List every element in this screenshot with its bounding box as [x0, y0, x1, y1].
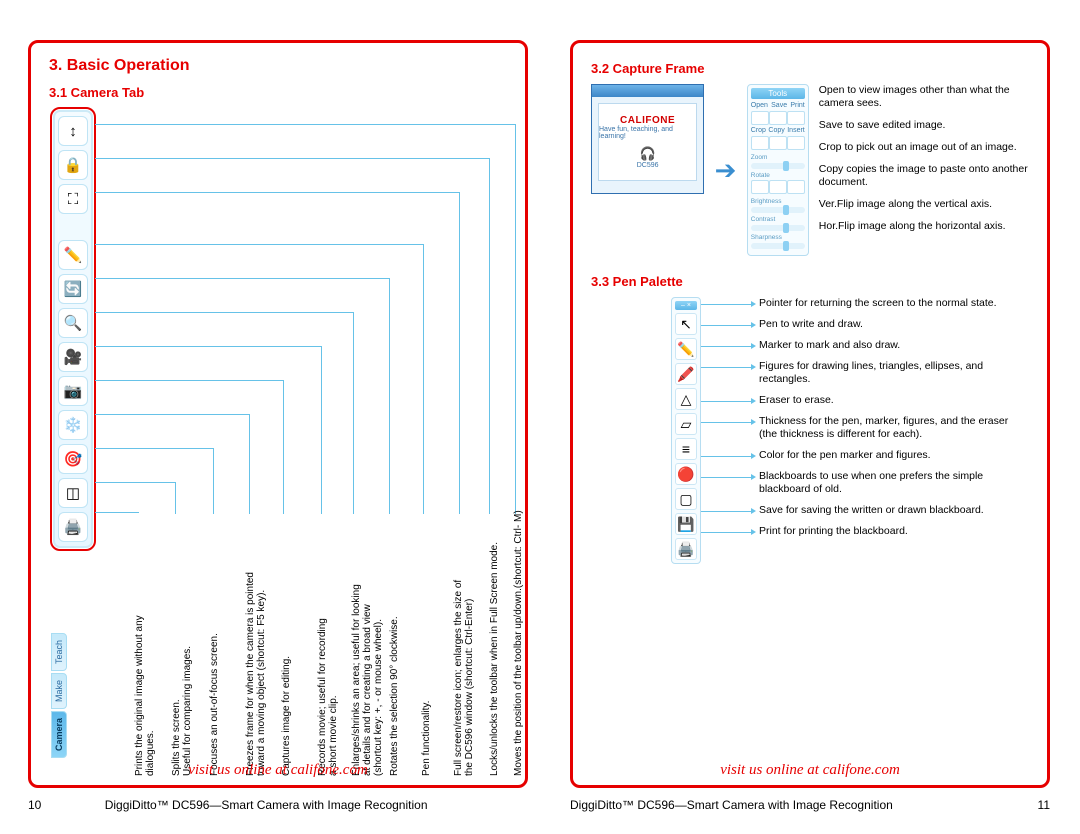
eraser-icon[interactable]: ▱	[675, 413, 697, 435]
rot-icon[interactable]	[787, 180, 805, 194]
label-lock: Locks/unlocks the toolbar when in Full S…	[489, 542, 500, 776]
capture-descriptions: Open to view images other than what the …	[819, 84, 1029, 242]
label-freeze: Freezes frame for when the camera is poi…	[245, 572, 267, 776]
zoom-icon[interactable]: 🔍	[58, 308, 88, 338]
page-number: 11	[1038, 798, 1050, 812]
vflip-icon[interactable]	[751, 180, 769, 194]
tools-panel: Tools OpenSavePrint CropCopyInsert Zoom …	[747, 84, 809, 256]
footer-left: 10 DiggiDitto™ DC596—Smart Camera with I…	[28, 798, 428, 812]
rotate-icon[interactable]: 🔄	[58, 274, 88, 304]
camera-tab-diagram: ↕ 🔒 ⛶ ✏️ 🔄 🔍 🎥 📷 ❄️ 🎯 ◫ 🖨️ Teach Make Ca…	[49, 108, 507, 788]
preview-window: CALIFONE Have fun, teaching, and learnin…	[591, 84, 704, 194]
print-icon[interactable]: 🖨️	[58, 512, 88, 542]
footer-title: DiggiDitto™ DC596—Smart Camera with Imag…	[105, 798, 428, 812]
contrast-slider[interactable]	[751, 225, 805, 231]
visit-link: visit us online at califone.com	[573, 762, 1047, 779]
label-focus: Focuses an out-of-focus screen.	[209, 633, 220, 776]
blackboard-icon[interactable]: ▢	[675, 488, 697, 510]
pen-tool-icon[interactable]: ✏️	[675, 338, 697, 360]
figures-icon[interactable]: △	[675, 388, 697, 410]
pen-toolbar: – × ↖ ✏️ 🖍️ △ ▱ ≡ 🔴 ▢ 💾 🖨️	[671, 297, 701, 564]
label-fullscreen: Full screen/restore icon; enlarges the s…	[453, 580, 475, 776]
tab-camera[interactable]: Camera	[51, 711, 67, 758]
page-number: 10	[28, 798, 41, 812]
lock-icon[interactable]: 🔒	[58, 150, 88, 180]
capture-icon[interactable]: 📷	[58, 376, 88, 406]
subsection-heading: 3.1 Camera Tab	[49, 85, 507, 100]
arrow-right-icon: ➔	[714, 155, 737, 186]
open-icon[interactable]	[751, 111, 769, 125]
brand-logo: CALIFONE	[620, 115, 675, 126]
print-bb-icon[interactable]: 🖨️	[675, 538, 697, 560]
tab-teach[interactable]: Teach	[51, 633, 67, 671]
pen-title: – ×	[675, 301, 697, 310]
color-icon[interactable]: 🔴	[675, 463, 697, 485]
visit-link: visit us online at califone.com	[31, 762, 525, 779]
model-label: DC596	[637, 162, 659, 169]
focus-icon[interactable]: 🎯	[58, 444, 88, 474]
zoom-slider[interactable]	[751, 163, 805, 169]
footer-right: DiggiDitto™ DC596—Smart Camera with Imag…	[570, 798, 1050, 812]
pen-palette-row: – × ↖ ✏️ 🖍️ △ ▱ ≡ 🔴 ▢ 💾 🖨️ Pointer for r…	[591, 297, 1029, 564]
sharpness-slider[interactable]	[751, 243, 805, 249]
label-move: Moves the position of the toolbar up/dow…	[513, 510, 524, 776]
print-icon[interactable]	[787, 111, 805, 125]
subsection-pen: 3.3 Pen Palette	[591, 274, 1029, 289]
label-split: Splits the screen. Useful for comparing …	[171, 646, 193, 776]
move-icon[interactable]: ↕	[58, 116, 88, 146]
pen-descriptions: Pointer for returning the screen to the …	[731, 297, 1029, 546]
freeze-icon[interactable]: ❄️	[58, 410, 88, 440]
mode-tabs: Teach Make Camera	[51, 633, 67, 758]
label-zoom: Enlarges/shrinks an area; useful for loo…	[351, 584, 384, 776]
record-icon[interactable]: 🎥	[58, 342, 88, 372]
preview-titlebar	[592, 85, 703, 97]
subsection-capture: 3.2 Capture Frame	[591, 61, 1029, 76]
save-bb-icon[interactable]: 💾	[675, 513, 697, 535]
save-icon[interactable]	[769, 111, 787, 125]
crop-icon[interactable]	[751, 136, 769, 150]
tools-title: Tools	[751, 88, 805, 99]
brand-tagline: Have fun, teaching, and learning!	[599, 126, 696, 140]
label-capture: Captures image for editing.	[281, 656, 292, 776]
brightness-slider[interactable]	[751, 207, 805, 213]
thickness-icon[interactable]: ≡	[675, 438, 697, 460]
label-record: Records movie; useful for recording a sh…	[317, 618, 339, 776]
pointer-icon[interactable]: ↖	[675, 313, 697, 335]
manual-page-right: 3.2 Capture Frame CALIFONE Have fun, tea…	[570, 40, 1050, 788]
split-icon[interactable]: ◫	[58, 478, 88, 508]
tab-make[interactable]: Make	[51, 673, 67, 709]
label-print: Prints the original image without any di…	[134, 615, 156, 776]
pen-icon[interactable]: ✏️	[58, 240, 88, 270]
manual-page-left: 3. Basic Operation 3.1 Camera Tab ↕ 🔒 ⛶ …	[28, 40, 528, 788]
label-rotate: Rotates the selection 90° clockwise.	[389, 616, 400, 776]
marker-icon[interactable]: 🖍️	[675, 363, 697, 385]
camera-toolbar: ↕ 🔒 ⛶ ✏️ 🔄 🔍 🎥 📷 ❄️ 🎯 ◫ 🖨️	[53, 110, 93, 548]
capture-frame-row: CALIFONE Have fun, teaching, and learnin…	[591, 84, 1029, 256]
hflip-icon[interactable]	[769, 180, 787, 194]
fullscreen-icon[interactable]: ⛶	[58, 184, 88, 214]
footer-title: DiggiDitto™ DC596—Smart Camera with Imag…	[570, 798, 893, 812]
section-heading: 3. Basic Operation	[49, 57, 507, 75]
insert-icon[interactable]	[787, 136, 805, 150]
copy-icon[interactable]	[769, 136, 787, 150]
